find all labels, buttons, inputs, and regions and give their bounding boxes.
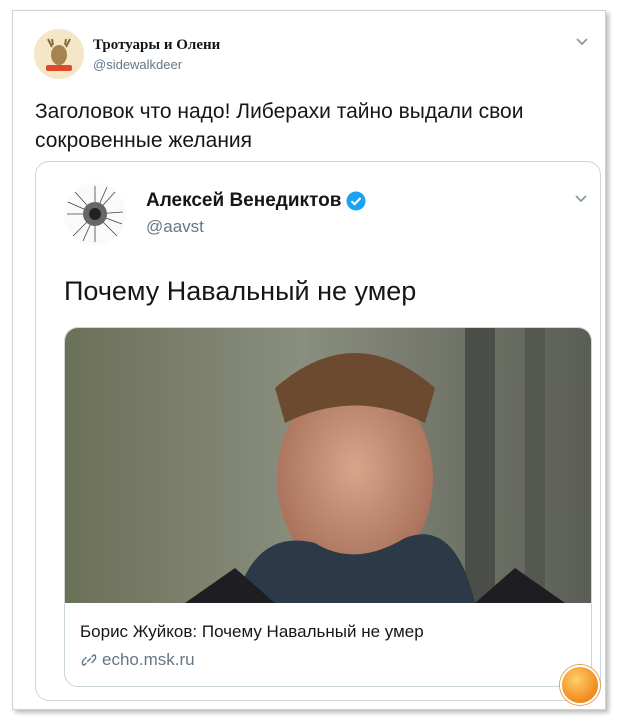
link-preview-domain[interactable]: echo.msk.ru bbox=[102, 650, 195, 670]
link-preview-domain-row[interactable]: echo.msk.ru bbox=[80, 650, 195, 670]
link-icon bbox=[81, 654, 97, 666]
author-handle[interactable]: @sidewalkdeer bbox=[93, 57, 182, 72]
link-preview-title[interactable]: Борис Жуйков: Почему Навальный не умер bbox=[80, 622, 424, 642]
quoted-author-name[interactable]: Алексей Венедиктов bbox=[146, 190, 341, 212]
watermark-logo bbox=[560, 665, 600, 705]
avatar[interactable] bbox=[63, 182, 127, 246]
author-name[interactable]: Тротуары и Олени bbox=[93, 37, 220, 54]
quoted-author-handle[interactable]: @aavst bbox=[146, 217, 204, 237]
tweet-text: Заголовок что надо! Либерахи тайно выдал… bbox=[35, 100, 524, 152]
quoted-tweet-text: Почему Навальный не умер bbox=[64, 276, 417, 306]
tweet-frame: Тротуары и Олени @sidewalkdeer Заголовок… bbox=[12, 10, 606, 710]
deer-logo-icon bbox=[34, 29, 84, 79]
dandelion-avatar-icon bbox=[64, 183, 126, 245]
link-preview-image[interactable] bbox=[65, 328, 592, 603]
avatar[interactable] bbox=[34, 29, 84, 79]
link-preview-card[interactable]: Борис Жуйков: Почему Навальный не умер e… bbox=[64, 327, 592, 687]
verified-badge-icon bbox=[346, 191, 366, 211]
chevron-down-icon[interactable] bbox=[573, 35, 591, 49]
quoted-author-row[interactable]: Алексей Венедиктов bbox=[146, 190, 366, 212]
chevron-down-icon[interactable] bbox=[572, 192, 590, 206]
quoted-tweet[interactable]: Алексей Венедиктов @aavst Почему Навальн… bbox=[35, 161, 601, 701]
